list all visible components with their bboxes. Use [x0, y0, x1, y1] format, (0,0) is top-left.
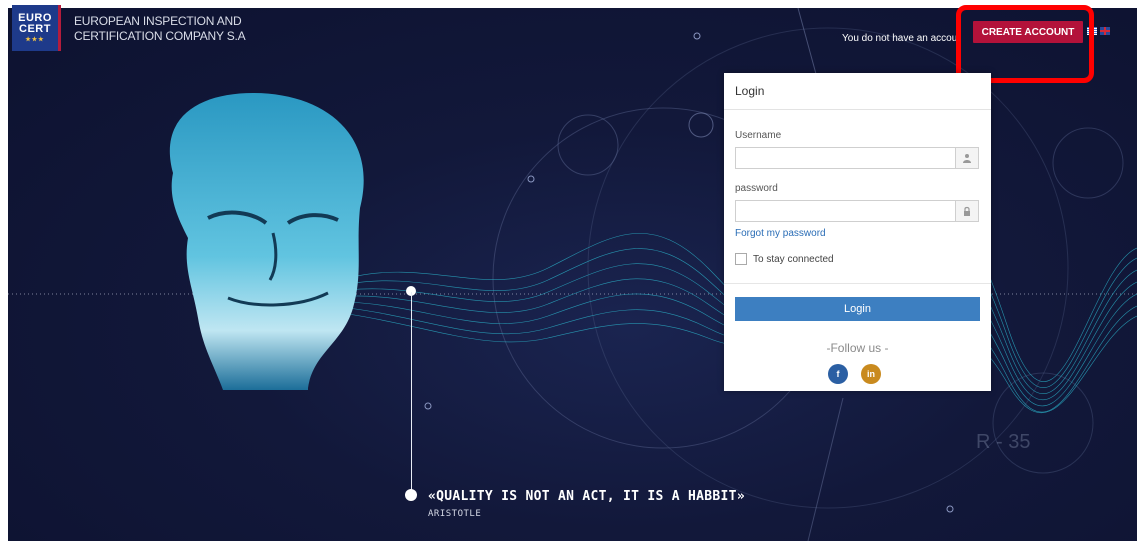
password-input[interactable] [740, 202, 954, 222]
password-field[interactable] [735, 200, 979, 222]
logo-text-line2: CERT [19, 23, 51, 35]
user-icon [955, 148, 978, 168]
no-account-text: You do not have an accou [842, 33, 958, 44]
stay-connected-checkbox[interactable] [735, 253, 747, 265]
company-name: EUROPEAN INSPECTION AND CERTIFICATION CO… [74, 14, 246, 44]
highlight-annotation-box [956, 5, 1094, 83]
lock-icon [955, 201, 978, 221]
forgot-password-link[interactable]: Forgot my password [735, 228, 826, 239]
uk-flag-icon[interactable] [1100, 27, 1110, 35]
login-divider [724, 283, 991, 284]
username-input[interactable] [740, 149, 954, 169]
timeline-bottom-dot [405, 489, 417, 501]
quote-text: «QUALITY IS NOT AN ACT, IT IS A HABBIT» [428, 489, 745, 504]
quote-author: ARISTOTLE [428, 509, 482, 519]
company-name-line2: CERTIFICATION COMPANY S.A [74, 29, 246, 43]
logo-stars-icon: ★★★ [25, 37, 45, 43]
password-label: password [735, 183, 778, 194]
timeline-line [411, 292, 412, 494]
linkedin-icon[interactable]: in [861, 364, 881, 384]
stay-connected-option[interactable]: To stay connected [735, 253, 834, 265]
login-panel-title: Login [724, 73, 991, 110]
decorative-label: R - 35 [976, 431, 1031, 453]
username-label: Username [735, 130, 782, 141]
aristotle-bust-image [169, 93, 364, 390]
stay-connected-label[interactable]: To stay connected [753, 254, 834, 265]
login-panel: Login Username password Forgot my passwo… [724, 73, 991, 391]
company-name-line1: EUROPEAN INSPECTION AND [74, 14, 242, 28]
eurocert-logo[interactable]: EURO CERT ★★★ [12, 5, 61, 51]
follow-us-label: -Follow us - [826, 341, 889, 355]
facebook-icon[interactable]: f [828, 364, 848, 384]
login-button[interactable]: Login [735, 297, 980, 321]
username-field[interactable] [735, 147, 979, 169]
